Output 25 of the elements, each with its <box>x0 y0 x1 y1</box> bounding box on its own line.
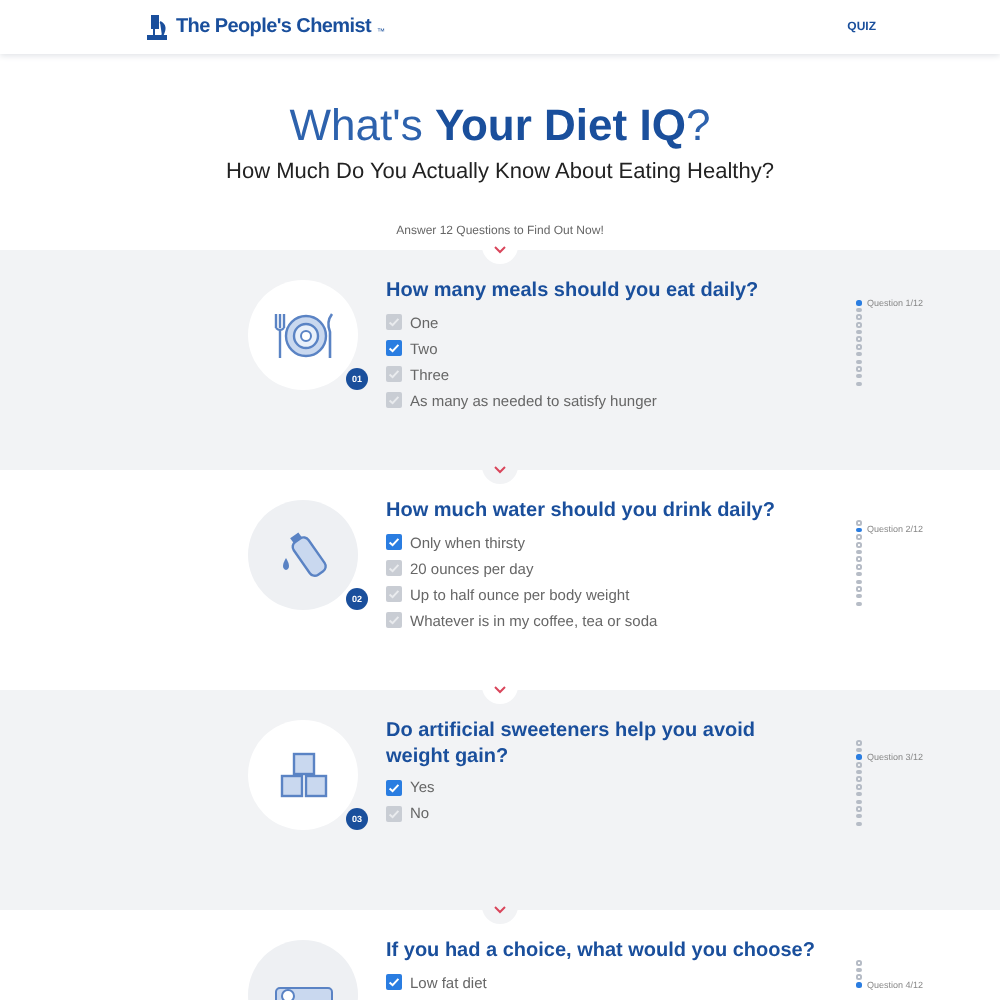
checkbox[interactable] <box>386 560 402 576</box>
question-title: Do artificial sweeteners help you avoid weight gain? <box>386 720 758 770</box>
checkbox[interactable] <box>386 974 402 990</box>
checkbox[interactable] <box>386 779 402 795</box>
checkbox[interactable] <box>386 805 402 821</box>
question-title: If you had a choice, what would you choose? <box>386 940 816 965</box>
checkbox[interactable] <box>386 340 402 356</box>
question-title: How many meals should you eat daily? <box>386 280 761 305</box>
question-title: How much water should you drink daily? <box>386 500 777 525</box>
chevron-down-icon <box>494 246 506 254</box>
microscope-icon <box>144 14 170 40</box>
checkbox[interactable] <box>386 534 402 550</box>
checkbox[interactable] <box>386 612 402 628</box>
plate-icon <box>269 309 337 361</box>
page-title: What's Your Diet IQ? <box>287 100 713 152</box>
checkbox[interactable] <box>386 586 402 602</box>
checkbox[interactable] <box>386 392 402 408</box>
chevron-down-icon <box>494 466 506 474</box>
checkbox[interactable] <box>386 366 402 382</box>
checkbox[interactable] <box>386 314 402 330</box>
chevron-down-icon <box>494 686 506 694</box>
chevron-down-icon <box>494 906 506 914</box>
page-subtitle: How Much Do You Actually Know About Eating Healthy? <box>224 160 776 184</box>
sugar-cubes-icon <box>277 751 329 799</box>
logo-text: The People's Chemist <box>176 16 372 38</box>
